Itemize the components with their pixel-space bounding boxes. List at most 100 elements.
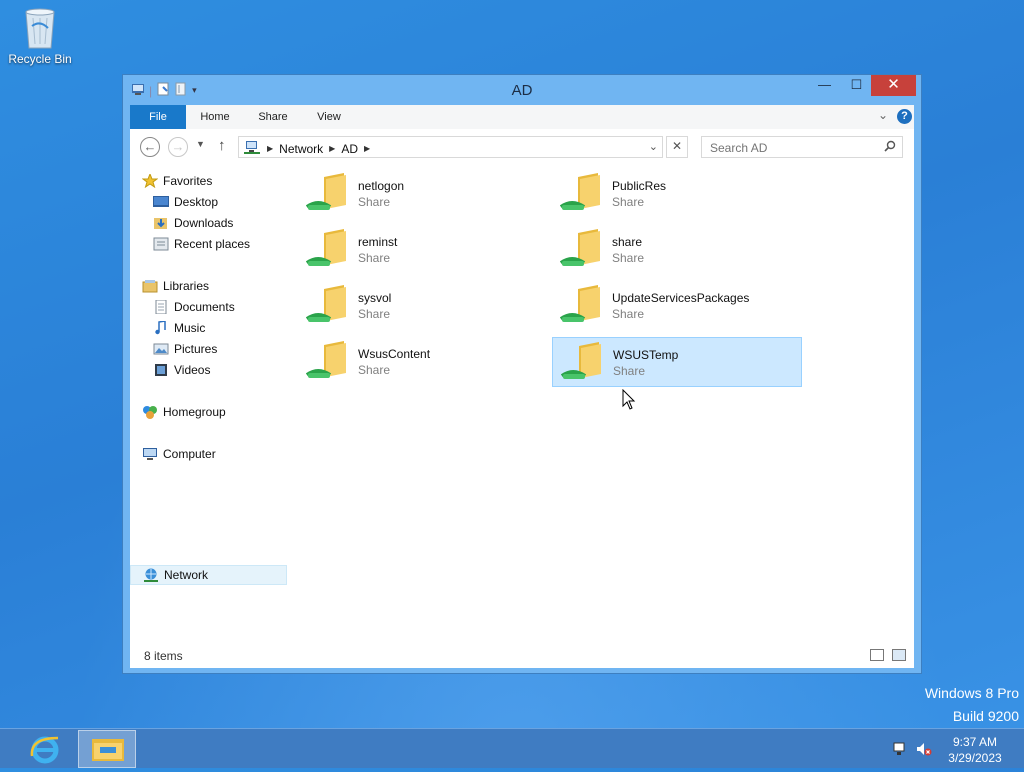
nav-label: Downloads — [174, 216, 234, 230]
nav-pictures[interactable]: Pictures — [153, 339, 311, 359]
nav-downloads[interactable]: Downloads — [153, 213, 311, 233]
network-icon — [143, 568, 159, 582]
nav-label: Computer — [163, 447, 216, 461]
share-item-wsustemp[interactable]: WSUSTemp Share — [552, 337, 802, 387]
title-bar[interactable]: | ▾ AD — ☐ ✕ — [123, 75, 921, 105]
tab-share[interactable]: Share — [248, 105, 298, 129]
nav-favorites[interactable]: Favorites — [141, 171, 300, 191]
status-bar: 8 items — [130, 642, 914, 668]
nav-desktop[interactable]: Desktop — [153, 192, 311, 212]
nav-label: Music — [174, 321, 206, 335]
file-list: netlogon Share PublicRes Share reminst S… — [298, 165, 914, 642]
tab-home[interactable]: Home — [190, 105, 240, 129]
search-input[interactable] — [708, 140, 882, 156]
content-area: Favorites Desktop Downloads Recent place… — [130, 165, 914, 642]
libraries-icon — [142, 279, 158, 293]
nav-music[interactable]: Music — [153, 318, 311, 338]
share-item-publicres[interactable]: PublicRes Share — [552, 169, 802, 219]
chevron-right-icon[interactable]: ▶ — [364, 144, 370, 153]
shared-folder-icon — [559, 285, 606, 327]
expand-ribbon-chevron-icon[interactable]: ⌄ — [878, 108, 888, 122]
recent-places-icon — [153, 237, 169, 251]
chevron-right-icon[interactable]: ▶ — [329, 144, 335, 153]
taskbar: 9:37 AM 3/29/2023 — [0, 728, 1024, 768]
music-icon — [153, 320, 169, 335]
nav-documents[interactable]: Documents — [153, 297, 311, 317]
edition-watermark: Windows 8 Pro — [924, 685, 1019, 701]
recent-locations-chevron-icon[interactable]: ▼ — [196, 139, 205, 149]
share-type: Share — [358, 195, 391, 209]
shared-folder-icon — [305, 229, 352, 271]
share-name: WsusContent — [358, 347, 431, 361]
share-item-reminst[interactable]: reminst Share — [298, 225, 548, 275]
minimize-button[interactable]: — — [811, 75, 838, 96]
computer-icon — [142, 447, 158, 461]
address-dropdown-icon[interactable]: ⌄ — [649, 140, 658, 153]
nav-label: Favorites — [163, 174, 213, 188]
details-view-icon[interactable] — [870, 649, 884, 661]
recycle-bin-desktop-icon[interactable]: Recycle Bin — [4, 6, 76, 66]
share-item-sysvol[interactable]: sysvol Share — [298, 281, 548, 331]
nav-label: Videos — [174, 363, 211, 377]
tab-file[interactable]: File — [130, 105, 186, 129]
nav-label: Homegroup — [163, 405, 226, 419]
help-icon[interactable]: ? — [897, 109, 912, 124]
navigation-bar: ← → ▼ ↑ ▶ Network ▶ AD ▶ ⌄ ✕ — [130, 129, 914, 165]
ribbon-tab-bar: File Home Share View ⌄ ? — [130, 105, 914, 129]
share-name: UpdateServicesPackages — [612, 291, 750, 305]
internet-explorer-icon[interactable] — [28, 732, 62, 766]
maximize-button[interactable]: ☐ — [843, 75, 870, 96]
nav-label: Documents — [174, 300, 235, 314]
nav-label: Network — [164, 568, 209, 582]
mouse-pointer-icon — [622, 389, 636, 410]
large-icons-view-icon[interactable] — [892, 649, 906, 661]
share-item-wsuscontent[interactable]: WsusContent Share — [298, 337, 548, 387]
system-clock[interactable]: 9:37 AM 3/29/2023 — [940, 734, 1010, 766]
navigation-pane: Favorites Desktop Downloads Recent place… — [130, 165, 290, 642]
share-type: Share — [358, 251, 391, 265]
shared-folder-icon — [559, 229, 606, 271]
shared-folder-icon — [559, 173, 606, 215]
nav-label: Recent places — [174, 237, 251, 251]
clock-date: 3/29/2023 — [948, 751, 1002, 765]
share-item-updateservicespackages[interactable]: UpdateServicesPackages Share — [552, 281, 802, 331]
share-type: Share — [358, 307, 391, 321]
up-button[interactable]: ↑ — [218, 137, 226, 154]
network-tray-icon[interactable] — [892, 741, 908, 757]
nav-label: Libraries — [163, 279, 210, 293]
shared-folder-icon — [560, 342, 607, 384]
share-item-netlogon[interactable]: netlogon Share — [298, 169, 548, 219]
chevron-right-icon[interactable]: ▶ — [267, 144, 273, 153]
forward-button[interactable]: → — [168, 137, 188, 157]
clock-time: 9:37 AM — [952, 735, 998, 749]
search-icon — [884, 140, 896, 155]
nav-recent-places[interactable]: Recent places — [153, 234, 311, 254]
nav-computer[interactable]: Computer — [142, 444, 300, 464]
nav-videos[interactable]: Videos — [153, 360, 311, 380]
shared-folder-icon — [305, 341, 352, 383]
share-type: Share — [613, 364, 646, 378]
shared-folder-icon — [305, 285, 352, 327]
file-explorer-icon — [92, 739, 124, 761]
file-explorer-taskbar-button[interactable] — [78, 730, 136, 768]
share-type: Share — [612, 307, 645, 321]
share-name: WSUSTemp — [613, 348, 679, 362]
breadcrumb-network[interactable]: Network — [279, 142, 323, 156]
search-box[interactable] — [701, 136, 903, 158]
nav-libraries[interactable]: Libraries — [142, 276, 300, 296]
share-name: sysvol — [358, 291, 392, 305]
network-location-icon — [243, 140, 261, 157]
close-button[interactable]: ✕ — [871, 75, 916, 96]
share-type: Share — [612, 195, 645, 209]
back-button[interactable]: ← — [140, 137, 160, 157]
address-bar[interactable]: ▶ Network ▶ AD ▶ ⌄ — [238, 136, 663, 158]
clear-address-button[interactable]: ✕ — [666, 136, 688, 158]
nav-label: Pictures — [174, 342, 218, 356]
nav-network[interactable]: Network — [130, 565, 287, 585]
volume-muted-icon[interactable] — [916, 741, 932, 757]
tab-view[interactable]: View — [306, 105, 352, 129]
star-icon — [141, 172, 159, 189]
nav-homegroup[interactable]: Homegroup — [142, 402, 300, 422]
breadcrumb-ad[interactable]: AD — [341, 142, 358, 156]
share-item-share[interactable]: share Share — [552, 225, 802, 275]
